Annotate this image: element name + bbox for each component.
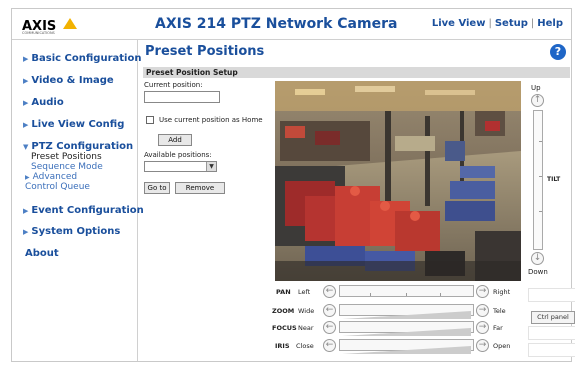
triangle-right-icon: ▶ bbox=[23, 228, 29, 236]
tilt-slider[interactable] bbox=[533, 110, 543, 250]
factory-scene-image bbox=[275, 81, 521, 281]
placeholder-box bbox=[528, 326, 575, 340]
use-current-home-checkbox[interactable] bbox=[146, 116, 154, 124]
sidebar-subitem-control-queue[interactable]: Control Queue bbox=[25, 182, 90, 192]
zoom-out-icon[interactable]: ← bbox=[323, 304, 336, 317]
sidebar-item-ptz-configuration[interactable]: ▼ PTZ Configuration bbox=[23, 141, 133, 152]
focus-near-icon[interactable]: ← bbox=[323, 321, 336, 334]
triangle-right-icon: ▶ bbox=[23, 55, 29, 63]
pan-label: PAN bbox=[276, 288, 291, 296]
go-to-button[interactable]: Go to bbox=[144, 182, 170, 194]
available-positions-label: Available positions: bbox=[144, 151, 212, 159]
iris-wedge bbox=[342, 346, 471, 354]
focus-max-label: Far bbox=[493, 324, 503, 332]
current-position-label: Current position: bbox=[144, 81, 203, 89]
pan-left-icon[interactable]: ← bbox=[323, 285, 336, 298]
sidebar-subitem-preset-positions[interactable]: Preset Positions bbox=[31, 152, 102, 162]
triangle-right-icon: ▶ bbox=[23, 121, 29, 129]
sidebar-subitem-advanced[interactable]: ▶ Advanced bbox=[25, 172, 77, 182]
iris-open-icon[interactable]: → bbox=[476, 339, 489, 352]
use-current-home-label: Use current position as Home bbox=[159, 116, 263, 124]
iris-max-label: Open bbox=[493, 342, 511, 350]
top-links: Live View | Setup | Help bbox=[431, 18, 563, 29]
tilt-up-icon[interactable]: ↑ bbox=[531, 94, 544, 107]
sidebar-item-audio[interactable]: ▶ Audio bbox=[23, 97, 64, 108]
pan-slider[interactable] bbox=[339, 285, 474, 297]
triangle-right-icon: ▶ bbox=[25, 174, 30, 181]
section-header: Preset Position Setup bbox=[143, 67, 570, 78]
triangle-right-icon: ▶ bbox=[23, 99, 29, 107]
iris-min-label: Close bbox=[296, 342, 314, 350]
triangle-down-icon: ▼ bbox=[23, 143, 29, 151]
zoom-max-label: Tele bbox=[493, 307, 506, 315]
focus-wedge bbox=[342, 328, 471, 336]
page-header-title: AXIS 214 PTZ Network Camera bbox=[155, 16, 398, 32]
setup-link[interactable]: Setup bbox=[495, 18, 528, 29]
sidebar: ▶ Basic Configuration ▶ Video & Image ▶ Aud… bbox=[12, 40, 144, 361]
sidebar-item-live-view-config[interactable]: ▶ Live View Config bbox=[23, 119, 124, 130]
tilt-down-icon[interactable]: ↓ bbox=[531, 252, 544, 265]
zoom-slider[interactable] bbox=[339, 304, 474, 319]
iris-label: IRIS bbox=[275, 342, 290, 350]
app-frame: AXIS COMMUNICATIONS AXIS 214 PTZ Network… bbox=[11, 8, 575, 362]
tilt-down-label: Down bbox=[528, 268, 548, 276]
focus-label: FOCUS bbox=[272, 324, 297, 332]
header: AXIS COMMUNICATIONS AXIS 214 PTZ Network… bbox=[12, 9, 571, 40]
current-position-input[interactable] bbox=[144, 91, 220, 103]
focus-far-icon[interactable]: → bbox=[476, 321, 489, 334]
live-view-link[interactable]: Live View bbox=[432, 18, 486, 29]
zoom-in-icon[interactable]: → bbox=[476, 304, 489, 317]
pan-right-icon[interactable]: → bbox=[476, 285, 489, 298]
focus-min-label: Near bbox=[298, 324, 314, 332]
pan-max-label: Right bbox=[493, 288, 511, 296]
zoom-label: ZOOM bbox=[272, 307, 295, 315]
logo-triangle-icon bbox=[63, 18, 77, 29]
available-positions-value bbox=[145, 171, 147, 179]
zoom-min-label: Wide bbox=[298, 307, 315, 315]
sidebar-subitem-sequence-mode[interactable]: Sequence Mode bbox=[31, 162, 103, 172]
add-button[interactable]: Add bbox=[158, 134, 192, 146]
help-link[interactable]: Help bbox=[537, 18, 563, 29]
tilt-up-label: Up bbox=[531, 84, 541, 92]
zoom-wedge bbox=[342, 311, 471, 319]
page-title: Preset Positions bbox=[145, 44, 265, 59]
axis-logo[interactable]: AXIS COMMUNICATIONS bbox=[22, 15, 82, 35]
sidebar-item-video-image[interactable]: ▶ Video & Image bbox=[23, 75, 114, 86]
placeholder-box bbox=[528, 343, 575, 357]
logo-tagline: COMMUNICATIONS bbox=[22, 31, 55, 35]
placeholder-box bbox=[528, 288, 575, 302]
help-icon[interactable]: ? bbox=[550, 44, 566, 60]
focus-slider[interactable] bbox=[339, 321, 474, 336]
sidebar-item-about[interactable]: About bbox=[25, 248, 59, 259]
triangle-right-icon: ▶ bbox=[23, 77, 29, 85]
tilt-label: TILT bbox=[547, 176, 561, 183]
iris-slider[interactable] bbox=[339, 339, 474, 354]
available-positions-select[interactable]: ▼ bbox=[144, 161, 217, 172]
chevron-down-icon: ▼ bbox=[206, 162, 216, 171]
camera-live-view[interactable] bbox=[275, 81, 521, 281]
triangle-right-icon: ▶ bbox=[23, 207, 29, 215]
pan-min-label: Left bbox=[298, 288, 311, 296]
sidebar-item-basic-configuration[interactable]: ▶ Basic Configuration bbox=[23, 53, 141, 64]
sidebar-item-event-configuration[interactable]: ▶ Event Configuration bbox=[23, 205, 144, 216]
remove-button[interactable]: Remove bbox=[175, 182, 225, 194]
ctrl-panel-button[interactable]: Ctrl panel bbox=[531, 311, 575, 324]
iris-close-icon[interactable]: ← bbox=[323, 339, 336, 352]
sidebar-item-system-options[interactable]: ▶ System Options bbox=[23, 226, 120, 237]
